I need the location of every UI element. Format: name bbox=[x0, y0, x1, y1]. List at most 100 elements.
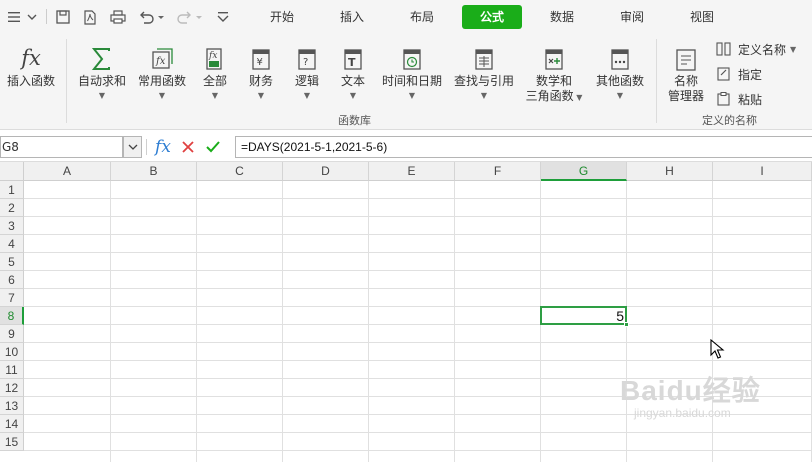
text-functions-button[interactable]: T 文本 ▼ bbox=[336, 45, 370, 101]
logic-button[interactable]: ? 逻辑 ▼ bbox=[290, 45, 324, 101]
other-functions-label: 其他函数 bbox=[595, 74, 644, 88]
redo-button[interactable] bbox=[176, 7, 204, 27]
selected-cell-g8[interactable]: 5 bbox=[540, 306, 629, 327]
insert-function-label: 插入函数 bbox=[6, 74, 55, 88]
row-header-7[interactable]: 7 bbox=[0, 289, 24, 307]
column-header-a[interactable]: A bbox=[24, 162, 111, 181]
row-header-6[interactable]: 6 bbox=[0, 271, 24, 289]
row-header-13[interactable]: 13 bbox=[0, 397, 24, 415]
tab-view[interactable]: 视图 bbox=[678, 5, 726, 29]
row-header-1[interactable]: 1 bbox=[0, 181, 24, 199]
row-header-11[interactable]: 11 bbox=[0, 361, 24, 379]
row-header-12[interactable]: 12 bbox=[0, 379, 24, 397]
all-functions-icon: fx bbox=[206, 48, 222, 70]
column-header-d[interactable]: D bbox=[283, 162, 369, 181]
other-functions-button[interactable]: 其他函数 ▼ bbox=[592, 45, 648, 101]
cancel-entry-button[interactable] bbox=[178, 136, 198, 158]
svg-text:?: ? bbox=[303, 57, 308, 68]
finance-button[interactable]: ¥ 财务 ▼ bbox=[244, 45, 278, 101]
other-functions-book-icon bbox=[611, 49, 629, 70]
baidu-jingyan-watermark: Baidu经验 jingyan.baidu.com bbox=[620, 376, 761, 421]
column-header-h[interactable]: H bbox=[627, 162, 713, 181]
math-book-icon bbox=[545, 49, 563, 70]
row-header-9[interactable]: 9 bbox=[0, 325, 24, 343]
math-trig-button[interactable]: 数学和 三角函数 ▼ bbox=[524, 45, 584, 105]
name-manager-button[interactable]: 名称 管理器 bbox=[664, 45, 708, 104]
insert-function-button[interactable]: fx 插入函数 bbox=[4, 45, 58, 89]
undo-icon bbox=[140, 11, 164, 24]
row-header-8[interactable]: 8 bbox=[0, 307, 24, 325]
top-tab-bar: 开始 插入 布局 公式 数据 审阅 视图 bbox=[0, 0, 812, 33]
column-header-c[interactable]: C bbox=[197, 162, 283, 181]
common-functions-label: 常用函数 bbox=[137, 74, 186, 88]
function-library-group-label: 函数库 bbox=[338, 114, 371, 127]
row-header-14[interactable]: 14 bbox=[0, 415, 24, 433]
logic-book-icon: ? bbox=[298, 49, 316, 70]
logic-label: 逻辑 bbox=[294, 74, 319, 88]
row-header-5[interactable]: 5 bbox=[0, 253, 24, 271]
math-trig-label-line1: 数学和 bbox=[535, 74, 572, 88]
tab-formulas[interactable]: 公式 bbox=[462, 5, 522, 29]
define-name-icon bbox=[716, 42, 731, 56]
column-header-i[interactable]: I bbox=[713, 162, 812, 181]
tab-home[interactable]: 开始 bbox=[258, 5, 306, 29]
svg-text:T: T bbox=[348, 56, 356, 69]
math-trig-label-line2: 三角函数 bbox=[525, 89, 574, 103]
datetime-button[interactable]: 时间和日期 ▼ bbox=[380, 45, 444, 101]
row-header-15[interactable]: 15 bbox=[0, 433, 24, 451]
lookup-reference-label: 查找与引用 bbox=[453, 74, 514, 88]
formula-input[interactable]: =DAYS(2021-5-1,2021-5-6) bbox=[235, 136, 812, 158]
column-header-g[interactable]: G bbox=[541, 162, 627, 181]
assign-button[interactable]: 指定 bbox=[716, 65, 762, 83]
export-pdf-icon[interactable] bbox=[81, 7, 99, 27]
all-functions-button[interactable]: fx 全部 ▼ bbox=[199, 45, 231, 101]
insert-function-fx-button[interactable]: fx bbox=[152, 136, 174, 158]
column-header-b[interactable]: B bbox=[111, 162, 197, 181]
row-header-2[interactable]: 2 bbox=[0, 199, 24, 217]
row-header-10[interactable]: 10 bbox=[0, 343, 24, 361]
name-manager-icon bbox=[676, 49, 696, 71]
fill-handle[interactable] bbox=[624, 322, 629, 327]
paste-names-button[interactable]: 粘贴 bbox=[716, 90, 762, 108]
tab-review[interactable]: 审阅 bbox=[608, 5, 656, 29]
hamburger-menu-icon bbox=[8, 12, 37, 22]
row-header-3[interactable]: 3 bbox=[0, 217, 24, 235]
check-icon bbox=[206, 141, 220, 153]
column-header-e[interactable]: E bbox=[369, 162, 455, 181]
finance-book-icon: ¥ bbox=[252, 49, 270, 70]
save-icon[interactable] bbox=[54, 7, 72, 27]
define-name-button[interactable]: 定义名称 ▼ bbox=[716, 40, 796, 58]
assign-label: 指定 bbox=[738, 67, 763, 82]
formulas-ribbon: fx 插入函数 自动求和 ▼ fx 常用函数 ▼ fx 全部 ▼ ¥ 财务 ▼ … bbox=[0, 33, 812, 130]
function-box-icon: fx bbox=[152, 48, 173, 69]
tab-data[interactable]: 数据 bbox=[538, 5, 586, 29]
sigma-icon bbox=[91, 48, 110, 70]
name-box[interactable]: G8 bbox=[0, 136, 123, 158]
row-header-4[interactable]: 4 bbox=[0, 235, 24, 253]
clock-book-icon bbox=[403, 49, 421, 70]
select-all-corner[interactable] bbox=[0, 162, 24, 181]
name-box-dropdown[interactable] bbox=[123, 136, 142, 158]
text-functions-label: 文本 bbox=[340, 74, 365, 88]
fx-icon: fx bbox=[21, 46, 41, 70]
redo-icon bbox=[177, 11, 202, 24]
column-header-f[interactable]: F bbox=[455, 162, 541, 181]
undo-button[interactable] bbox=[138, 7, 166, 27]
svg-text:fx: fx bbox=[208, 51, 217, 61]
text-book-icon: T bbox=[344, 49, 362, 70]
tab-layout[interactable]: 布局 bbox=[398, 5, 446, 29]
confirm-entry-button[interactable] bbox=[203, 136, 223, 158]
tab-insert[interactable]: 插入 bbox=[328, 5, 376, 29]
customize-toolbar-icon[interactable] bbox=[214, 7, 232, 27]
menu-button[interactable] bbox=[6, 7, 42, 27]
print-icon[interactable] bbox=[108, 7, 128, 27]
defined-names-group-label: 定义的名称 bbox=[702, 114, 757, 127]
common-functions-button[interactable]: fx 常用函数 ▼ bbox=[135, 45, 189, 101]
all-functions-label: 全部 bbox=[202, 74, 227, 88]
name-manager-label-line2: 管理器 bbox=[667, 89, 704, 103]
svg-text:fx: fx bbox=[155, 56, 166, 67]
svg-text:¥: ¥ bbox=[257, 57, 263, 68]
paste-icon bbox=[717, 92, 730, 106]
lookup-reference-button[interactable]: 查找与引用 ▼ bbox=[452, 45, 516, 101]
auto-sum-button[interactable]: 自动求和 ▼ bbox=[76, 45, 128, 101]
